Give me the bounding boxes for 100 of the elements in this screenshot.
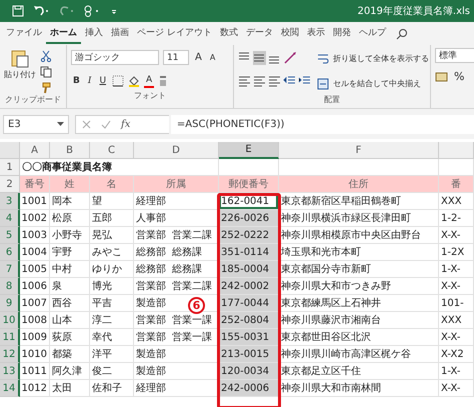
- orientation-icon[interactable]: [283, 50, 299, 64]
- table-cell-text: 総務部: [136, 246, 166, 259]
- row-header[interactable]: 2: [0, 176, 20, 193]
- percent-button[interactable]: %: [452, 69, 466, 84]
- ribbon-tab[interactable]: 校閲: [276, 23, 303, 44]
- group-label: クリップボード: [4, 94, 62, 106]
- align-center-icon[interactable]: [253, 74, 266, 88]
- font-size-field[interactable]: 11: [163, 50, 189, 65]
- ribbon-tab[interactable]: ファイル: [2, 23, 46, 44]
- table-cell: 1005: [20, 261, 50, 278]
- header-cell: 郵便番号: [219, 176, 279, 193]
- ribbon-tab[interactable]: データ: [242, 23, 277, 44]
- bold-button[interactable]: B: [71, 74, 82, 86]
- table-cell: 351-0114: [219, 244, 279, 261]
- table-cell: 埼玉県和光市本町: [279, 244, 439, 261]
- touch-mode-icon[interactable]: [83, 5, 101, 17]
- font-color-button[interactable]: A: [144, 74, 154, 88]
- table-cell: 1-X-: [439, 363, 474, 380]
- scissors-icon[interactable]: [40, 50, 52, 62]
- table-cell: 阿久津: [50, 363, 90, 380]
- ribbon-tab[interactable]: ヘルプ: [354, 23, 390, 44]
- italic-button[interactable]: I: [86, 74, 94, 86]
- merge-center-button[interactable]: セルを結合して中央揃え: [315, 73, 431, 94]
- table-cell: 1008: [20, 312, 50, 329]
- grow-font-button[interactable]: A: [193, 51, 204, 64]
- wrap-text-button[interactable]: 折り返して全体を表示する: [315, 48, 431, 69]
- save-icon[interactable]: [12, 5, 24, 17]
- insert-function-button[interactable]: fx: [121, 118, 130, 130]
- copy-icon[interactable]: [40, 66, 54, 78]
- header-cell: 番: [439, 176, 474, 193]
- column-header[interactable]: B: [50, 142, 90, 159]
- row-header[interactable]: 6: [0, 244, 20, 261]
- row-header[interactable]: 12: [0, 346, 20, 363]
- ribbon-tab[interactable]: ページ レイアウト: [133, 23, 216, 44]
- column-header[interactable]: E: [219, 142, 279, 159]
- middle-align-icon[interactable]: [253, 50, 266, 64]
- table-cell: 神奈川県藤沢市湘南台: [279, 312, 439, 329]
- table-cell: 神奈川県横浜市緑区長津田町: [279, 210, 439, 227]
- table-cell-text: 経理部: [136, 382, 166, 395]
- row-header[interactable]: 7: [0, 261, 20, 278]
- wrap-text-icon: [317, 52, 329, 64]
- table-cell-text: 製造部: [136, 296, 166, 310]
- header-cell: 所属: [134, 176, 219, 193]
- header-cell: 番号: [20, 176, 50, 193]
- ribbon-tab[interactable]: 描画: [107, 23, 133, 44]
- paste-button[interactable]: 貼り付け: [4, 48, 36, 94]
- merge-cells-icon: [317, 78, 329, 90]
- fill-color-icon[interactable]: [128, 74, 140, 86]
- table-cell-text: 営業二課: [172, 280, 212, 293]
- font-name-field[interactable]: 游ゴシック: [71, 50, 159, 65]
- underline-button[interactable]: U: [97, 74, 108, 86]
- table-cell: 東京都国分寺市新町: [279, 261, 439, 278]
- table-cell: X-X-: [439, 329, 474, 346]
- shrink-font-button[interactable]: A: [208, 52, 218, 63]
- ribbon-tab[interactable]: 開発: [328, 23, 355, 44]
- table-cell: 松原: [50, 210, 90, 227]
- row-header[interactable]: 14: [0, 380, 20, 397]
- row-header[interactable]: 11: [0, 329, 20, 346]
- row-header[interactable]: 4: [0, 210, 20, 227]
- row-header[interactable]: 13: [0, 363, 20, 380]
- table-cell: 泉: [50, 278, 90, 295]
- column-header[interactable]: F: [279, 142, 439, 159]
- column-header[interactable]: C: [90, 142, 134, 159]
- align-left-icon[interactable]: [238, 74, 251, 88]
- column-header[interactable]: A: [20, 142, 50, 159]
- row-header[interactable]: 9: [0, 295, 20, 312]
- formula-field[interactable]: =ASC(PHONETIC(F3)): [170, 114, 474, 134]
- table-cell: 252-0804: [219, 312, 279, 329]
- table-cell: 1-X-: [439, 261, 474, 278]
- column-header[interactable]: D: [134, 142, 219, 159]
- border-icon[interactable]: [112, 74, 124, 86]
- table-cell: 宇野: [50, 244, 90, 261]
- table-cell: 太田: [50, 380, 90, 397]
- currency-icon[interactable]: [435, 70, 448, 82]
- brush-icon[interactable]: [40, 82, 52, 94]
- table-cell-text: 総務課: [172, 246, 202, 259]
- row-header[interactable]: 3: [0, 193, 20, 210]
- number-format-field[interactable]: 標準: [435, 48, 474, 63]
- window-title: 2019年度従業員名簿.xls: [357, 4, 470, 18]
- table-cell: 185-0004: [219, 261, 279, 278]
- phonetic-guide-icon[interactable]: [158, 74, 168, 86]
- table-cell: 中村: [50, 261, 90, 278]
- ribbon-tab[interactable]: 表示: [302, 23, 329, 44]
- row-header[interactable]: 1: [0, 159, 20, 176]
- search-icon[interactable]: [396, 28, 408, 40]
- table-cell: 洋平: [90, 346, 134, 363]
- table-cell: 東京都世田谷区北沢: [279, 329, 439, 346]
- row-header[interactable]: 5: [0, 227, 20, 244]
- ribbon-tab[interactable]: 挿入: [81, 23, 107, 44]
- undo-icon[interactable]: [33, 5, 49, 17]
- name-box[interactable]: E3: [3, 114, 69, 134]
- table-cell: 岡本: [50, 193, 90, 210]
- header-cell: 名: [90, 176, 134, 193]
- table-cell: 晃弘: [90, 227, 134, 244]
- ribbon-tab[interactable]: 数式: [216, 23, 242, 44]
- table-cell: 淳二: [90, 312, 134, 329]
- row-header[interactable]: 8: [0, 278, 20, 295]
- align-right-icon[interactable]: [268, 74, 281, 88]
- table-cell: 1007: [20, 295, 50, 312]
- row-header[interactable]: 10: [0, 312, 20, 329]
